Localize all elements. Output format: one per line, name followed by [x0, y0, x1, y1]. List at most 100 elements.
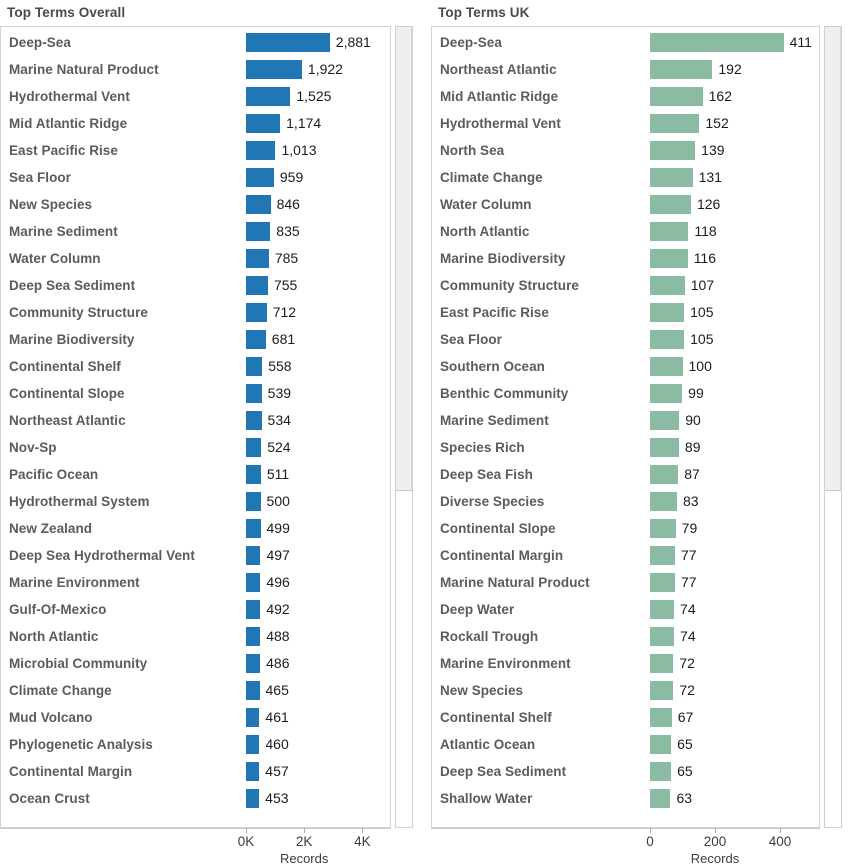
table-row[interactable]: Marine Biodiversity 681 [1, 326, 390, 353]
bar[interactable] [650, 141, 696, 160]
bar[interactable] [246, 384, 262, 403]
table-row[interactable]: Hydrothermal Vent 152 [432, 110, 819, 137]
table-row[interactable]: Rockall Trough 74 [432, 623, 819, 650]
table-row[interactable]: Northeast Atlantic 534 [1, 407, 390, 434]
table-row[interactable]: Phylogenetic Analysis 460 [1, 731, 390, 758]
table-row[interactable]: Continental Margin 457 [1, 758, 390, 785]
bar[interactable] [246, 330, 266, 349]
bar[interactable] [246, 465, 261, 484]
bar[interactable] [650, 789, 671, 808]
table-row[interactable]: Deep-Sea 411 [432, 29, 819, 56]
bar[interactable] [246, 195, 271, 214]
table-row[interactable]: Sea Floor 105 [432, 326, 819, 353]
table-row[interactable]: Marine Biodiversity 116 [432, 245, 819, 272]
bar[interactable] [650, 114, 700, 133]
bar[interactable] [246, 762, 260, 781]
bar[interactable] [246, 789, 260, 808]
table-row[interactable]: Mid Atlantic Ridge 1,174 [1, 110, 390, 137]
bar[interactable] [650, 33, 784, 52]
table-row[interactable]: North Atlantic 118 [432, 218, 819, 245]
bar[interactable] [650, 681, 674, 700]
table-row[interactable]: North Atlantic 488 [1, 623, 390, 650]
table-row[interactable]: Marine Natural Product 1,922 [1, 56, 390, 83]
table-row[interactable]: Community Structure 107 [432, 272, 819, 299]
bar[interactable] [246, 600, 261, 619]
bar[interactable] [246, 627, 261, 646]
table-row[interactable]: Mid Atlantic Ridge 162 [432, 83, 819, 110]
table-row[interactable]: Continental Slope 79 [432, 515, 819, 542]
table-row[interactable]: Deep-Sea 2,881 [1, 29, 390, 56]
bar[interactable] [246, 708, 260, 727]
bar[interactable] [650, 222, 689, 241]
table-row[interactable]: North Sea 139 [432, 137, 819, 164]
bar[interactable] [246, 87, 291, 106]
bar[interactable] [246, 168, 274, 187]
bar[interactable] [650, 303, 685, 322]
bar[interactable] [650, 60, 713, 79]
table-row[interactable]: Nov-Sp 524 [1, 434, 390, 461]
table-row[interactable]: Marine Natural Product 77 [432, 569, 819, 596]
table-row[interactable]: East Pacific Rise 1,013 [1, 137, 390, 164]
bar[interactable] [246, 303, 267, 322]
bar[interactable] [246, 735, 260, 754]
bar[interactable] [650, 249, 688, 268]
bar[interactable] [246, 573, 261, 592]
table-row[interactable]: Gulf-Of-Mexico 492 [1, 596, 390, 623]
bar[interactable] [650, 357, 683, 376]
bar[interactable] [650, 465, 679, 484]
table-row[interactable]: Deep Sea Fish 87 [432, 461, 819, 488]
bar[interactable] [650, 87, 703, 106]
table-row[interactable]: Water Column 126 [432, 191, 819, 218]
bar[interactable] [650, 573, 676, 592]
scrollbar-uk[interactable] [824, 26, 842, 828]
table-row[interactable]: Hydrothermal System 500 [1, 488, 390, 515]
bar[interactable] [246, 222, 271, 241]
table-row[interactable]: Diverse Species 83 [432, 488, 819, 515]
bar[interactable] [650, 762, 672, 781]
table-row[interactable]: Marine Sediment 835 [1, 218, 390, 245]
table-row[interactable]: New Species 846 [1, 191, 390, 218]
table-row[interactable]: New Zealand 499 [1, 515, 390, 542]
table-row[interactable]: Deep Water 74 [432, 596, 819, 623]
bar[interactable] [650, 168, 693, 187]
bar[interactable] [650, 654, 674, 673]
table-row[interactable]: Shallow Water 63 [432, 785, 819, 812]
scrollbar-thumb-overall[interactable] [396, 27, 412, 491]
bar[interactable] [650, 627, 675, 646]
table-row[interactable]: Deep Sea Sediment 65 [432, 758, 819, 785]
table-row[interactable]: Atlantic Ocean 65 [432, 731, 819, 758]
table-row[interactable]: Microbial Community 486 [1, 650, 390, 677]
table-row[interactable]: Community Structure 712 [1, 299, 390, 326]
table-row[interactable]: Benthic Community 99 [432, 380, 819, 407]
table-row[interactable]: Marine Environment 496 [1, 569, 390, 596]
bar[interactable] [650, 546, 676, 565]
bar[interactable] [246, 519, 261, 538]
bar[interactable] [246, 654, 261, 673]
bar[interactable] [246, 546, 261, 565]
bar[interactable] [650, 492, 677, 511]
table-row[interactable]: Climate Change 131 [432, 164, 819, 191]
table-row[interactable]: Continental Slope 539 [1, 380, 390, 407]
bar[interactable] [246, 141, 276, 160]
bar[interactable] [650, 708, 672, 727]
table-row[interactable]: Northeast Atlantic 192 [432, 56, 819, 83]
bar[interactable] [246, 492, 261, 511]
table-row[interactable]: Marine Sediment 90 [432, 407, 819, 434]
table-row[interactable]: Ocean Crust 453 [1, 785, 390, 812]
bar[interactable] [650, 600, 675, 619]
scrollbar-overall[interactable] [395, 26, 413, 828]
bar[interactable] [650, 384, 683, 403]
table-row[interactable]: East Pacific Rise 105 [432, 299, 819, 326]
bar[interactable] [246, 60, 302, 79]
table-row[interactable]: Deep Sea Hydrothermal Vent 497 [1, 542, 390, 569]
bar[interactable] [650, 195, 691, 214]
bar[interactable] [246, 438, 262, 457]
bar[interactable] [650, 411, 680, 430]
table-row[interactable]: New Species 72 [432, 677, 819, 704]
table-row[interactable]: Pacific Ocean 511 [1, 461, 390, 488]
table-row[interactable]: Continental Shelf 67 [432, 704, 819, 731]
table-row[interactable]: Mud Volcano 461 [1, 704, 390, 731]
bar[interactable] [246, 249, 269, 268]
bar[interactable] [650, 735, 672, 754]
table-row[interactable]: Southern Ocean 100 [432, 353, 819, 380]
